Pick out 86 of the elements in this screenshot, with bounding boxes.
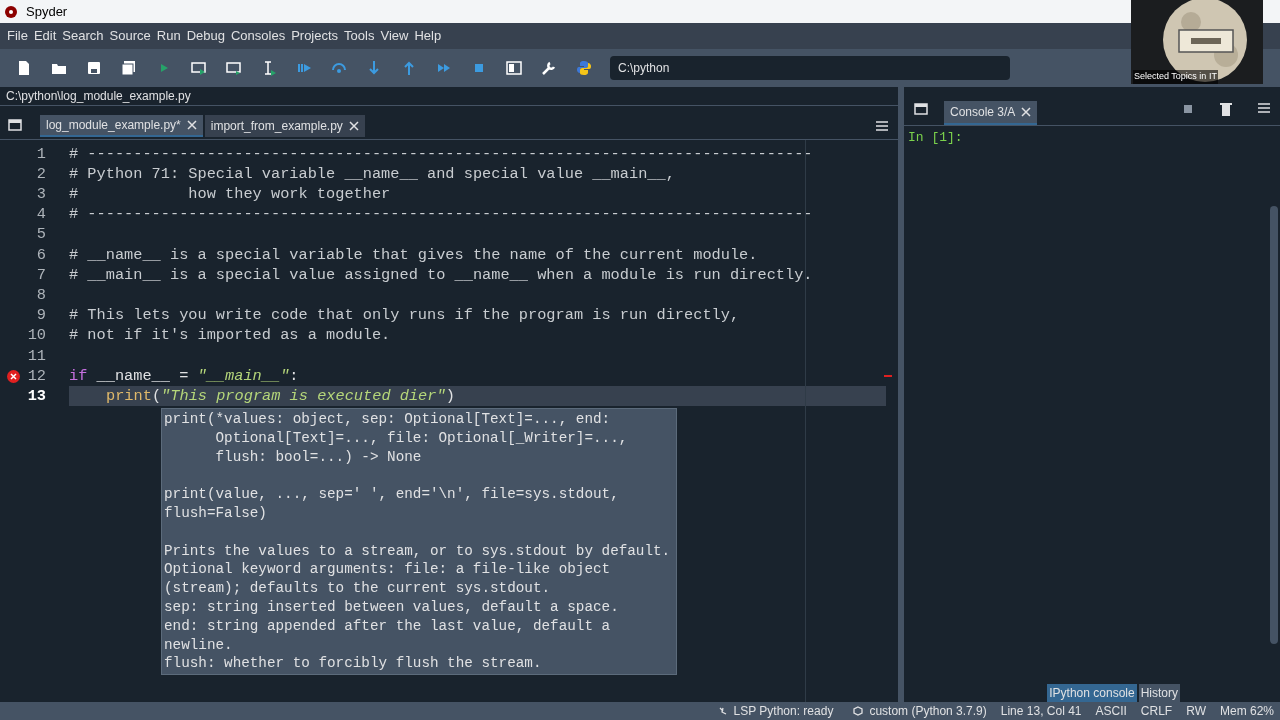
menu-item[interactable]: Edit [30,26,60,46]
menu-item[interactable]: Tools [341,26,378,46]
app-logo-icon [4,4,18,19]
code-line: # how they work together [69,184,391,205]
status-item: LSP Python: ready [733,703,834,720]
code-line: # not if it's imported as a module. [69,325,391,347]
calltip-text: print(value, ..., sep=' ', end='\n', file=sys.stdout, [164,485,620,504]
status-item: RW [1186,703,1206,720]
line-number: 9 [36,305,46,327]
calltip-text: newline. [164,635,234,655]
webcam-caption: Selected Topics in IT [1133,70,1218,84]
menu-item[interactable]: Projects [288,26,342,46]
menu-item[interactable]: Consoles [227,26,289,46]
editor-tab[interactable]: import_from_example.py [204,115,365,137]
browse-tabs-icon[interactable] [914,103,928,115]
menu-item[interactable]: View [377,26,412,46]
close-icon[interactable] [186,120,197,130]
run-cell-advance-icon[interactable] [226,60,242,76]
file-path: C:\python\log_module_example.py [0,87,898,105]
pane-tab[interactable]: History [1138,684,1180,702]
calltip-text: (stream); defaults to the current sys.stdout. [164,579,552,598]
calltip-text: flush: whether to forcibly flush the stream. [164,654,543,674]
code-line: # Python 71: Special variable __name__ and special value __main__, [69,163,675,185]
line-number: 7 [36,264,46,286]
menu-item[interactable]: File [4,26,31,46]
calltip-text: end: string appended after the last value, default a [164,616,612,636]
browse-tabs-icon[interactable] [8,119,22,131]
line-number: 5 [36,224,46,246]
step-over-icon[interactable] [331,60,347,76]
menu-item[interactable]: Search [59,26,107,46]
cube-icon [853,706,864,716]
calltip-text: flush: bool=...) -> None [214,447,423,467]
menu-item[interactable]: Debug [183,26,228,46]
line-number: 2 [36,163,46,185]
close-icon[interactable] [1021,107,1032,117]
calltip-text: print(*values: object, sep: Optional[Text]=..., end: [164,410,612,429]
line-number: 6 [36,244,46,266]
calltip-text: Prints the values to a stream, or to sys.stdout by default. [164,541,672,561]
maximize-pane-icon[interactable] [506,60,522,76]
menu-item[interactable]: Run [153,26,184,46]
run-cell-icon[interactable] [191,60,207,76]
trash-icon[interactable] [1220,102,1232,116]
code-line: # ------------------------------------------------------------------------------- [69,143,813,165]
step-into-icon[interactable] [366,60,382,76]
error-icon [7,369,20,383]
window-title: Spyder [26,2,68,21]
working-directory-field[interactable]: C:\python [610,56,1010,80]
calltip-text: Optional[Text]=..., file: Optional[_Writer]=..., [214,428,629,448]
line-number: 8 [36,284,46,306]
code-line: # __name__ is a special variable that gives the name of the current module. [69,244,758,266]
python-icon[interactable] [576,60,592,76]
calltip-text: flush=False) [164,504,268,523]
line-number: 4 [36,204,46,226]
scrollbar[interactable] [1270,206,1278,644]
code-line: print("This program is executed dier") [106,385,455,407]
menu-icon[interactable] [1258,103,1270,113]
status-item: ASCII [1095,703,1127,720]
save-all-icon[interactable] [121,60,137,76]
new-file-icon[interactable] [16,60,32,76]
menu-item[interactable]: Help [411,26,445,46]
line-number: 13 [27,385,46,407]
error-marker [884,375,892,378]
editor-tab[interactable]: log_module_example.py* [40,115,203,137]
line-number: 1 [36,143,46,165]
line-number: 10 [27,325,46,347]
code-line: if __name__ = "__main__": [69,365,299,387]
line-number: 11 [27,345,46,367]
code-line: # ------------------------------------------------------------------------------- [69,204,813,226]
calltip-text: sep: string inserted between values, default a space. [164,597,620,617]
status-item: CRLF [1140,703,1173,720]
calltip-text: Optional keyword arguments: file: a file-like object [164,560,612,580]
console-prompt: In [1]: [907,129,964,147]
menu-icon[interactable] [876,121,888,131]
code-line: # __main__ is a special value assigned to __name__ when a module is run directly. [69,264,813,286]
wrench-icon[interactable] [541,60,557,76]
status-item: Mem 62% [1219,703,1274,720]
close-icon[interactable] [348,121,359,131]
console-tab[interactable]: Console 3/A [944,101,1038,125]
save-icon[interactable] [86,60,102,76]
status-item: Line 13, Col 41 [1000,703,1082,720]
line-number: 12 [27,365,46,387]
pane-tab[interactable]: IPython console [1047,684,1137,702]
status-item: custom (Python 3.7.9) [869,703,987,720]
code-line: # This lets you write code that only runs if the program is run directly, [69,305,740,327]
line-number: 3 [36,184,46,205]
menu-item[interactable]: Source [106,26,154,46]
